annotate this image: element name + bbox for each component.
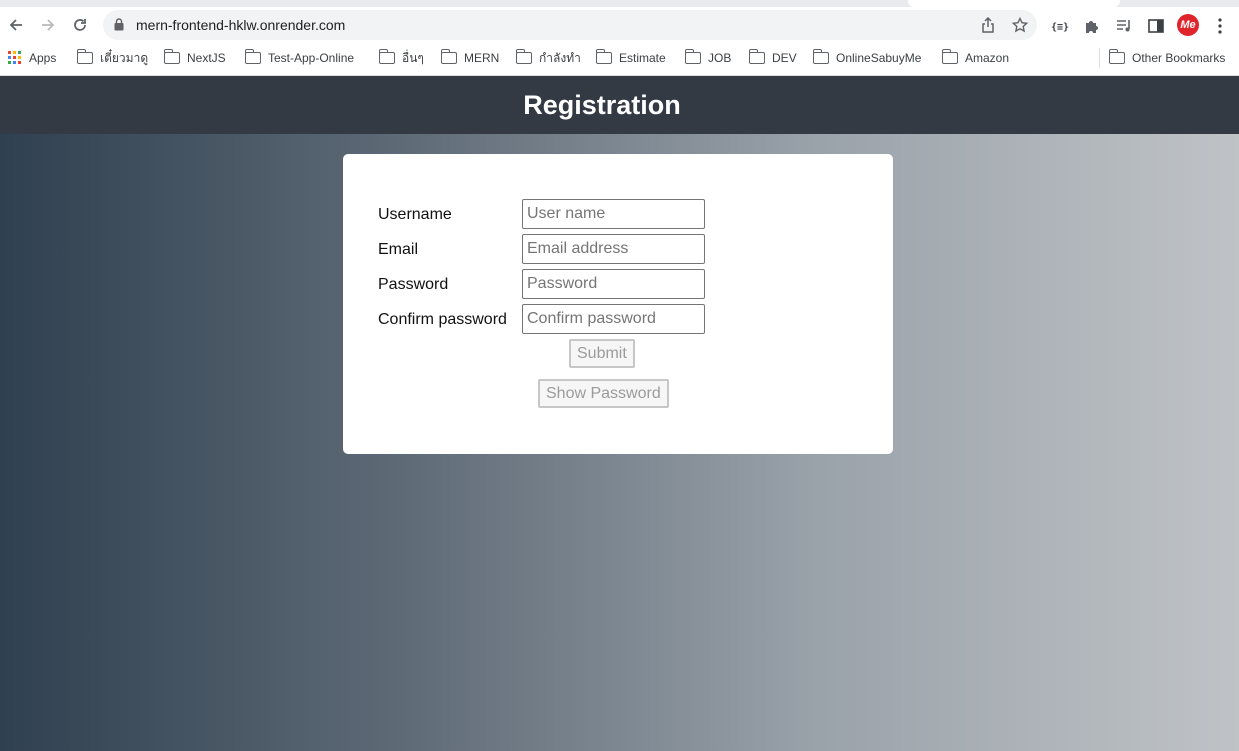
bookmark-label: Test-App-Online bbox=[268, 51, 355, 65]
folder-icon bbox=[684, 49, 701, 64]
bookmark-folder[interactable]: JOB bbox=[684, 49, 732, 67]
confirm-password-label: Confirm password bbox=[378, 310, 507, 328]
bookmark-label: DEV bbox=[772, 51, 797, 65]
url-text: mern-frontend-hklw.onrender.com bbox=[136, 17, 346, 33]
submit-button[interactable]: Submit bbox=[569, 339, 635, 368]
bookmark-label: เตี๋ยวมาดู bbox=[100, 50, 149, 65]
apps-grid-icon bbox=[8, 51, 21, 64]
bookmark-label: Other Bookmarks bbox=[1132, 51, 1226, 65]
profile-avatar[interactable]: Me bbox=[1177, 14, 1199, 36]
password-input[interactable] bbox=[522, 269, 705, 299]
bookmark-folder[interactable]: MERN bbox=[440, 49, 500, 67]
bookmark-folder[interactable]: Estimate bbox=[595, 49, 666, 67]
bookmark-folder[interactable]: NextJS bbox=[163, 49, 226, 67]
bookmark-label: Apps bbox=[29, 51, 57, 65]
bookmark-label: NextJS bbox=[187, 51, 226, 65]
show-password-button[interactable]: Show Password bbox=[538, 379, 669, 408]
folder-icon bbox=[941, 49, 958, 64]
bookmark-folder[interactable]: Amazon bbox=[941, 49, 1010, 67]
password-label: Password bbox=[378, 275, 449, 293]
browser-toolbar: mern-frontend-hklw.onrender.com {≡} Me bbox=[0, 7, 1239, 44]
folder-icon bbox=[595, 49, 612, 64]
username-label: Username bbox=[378, 205, 452, 223]
page-header: Registration bbox=[0, 76, 1239, 134]
page-title: Registration bbox=[523, 89, 681, 120]
bookmark-folder[interactable]: เตี๋ยวมาดู bbox=[76, 49, 149, 67]
extensions-puzzle-icon[interactable] bbox=[1080, 14, 1104, 38]
registration-form: Username Email Password Confirm password… bbox=[343, 154, 893, 454]
folder-icon bbox=[812, 49, 829, 64]
folder-icon bbox=[378, 49, 395, 64]
folder-icon bbox=[515, 49, 532, 64]
page-background: Registration Username Email Password Con… bbox=[0, 76, 1239, 751]
other-bookmarks[interactable]: Other Bookmarks bbox=[1108, 49, 1226, 67]
tab-strip bbox=[0, 0, 1239, 7]
confirm-password-input[interactable] bbox=[522, 304, 705, 334]
email-label: Email bbox=[378, 240, 419, 258]
bookmark-star-icon[interactable] bbox=[1011, 16, 1029, 34]
email-input[interactable] bbox=[522, 234, 705, 264]
arrow-left-icon bbox=[9, 19, 22, 31]
media-queue-icon[interactable] bbox=[1112, 14, 1136, 38]
folder-icon bbox=[244, 49, 261, 64]
svg-text:{≡}: {≡} bbox=[1051, 22, 1069, 32]
arrow-right-icon bbox=[42, 19, 55, 31]
active-tab[interactable] bbox=[908, 0, 1120, 7]
bookmark-folder[interactable]: DEV bbox=[748, 49, 797, 67]
back-button[interactable] bbox=[4, 13, 28, 37]
bookmarks-divider bbox=[1099, 48, 1100, 68]
bookmark-label: Estimate bbox=[619, 51, 666, 65]
side-panel-icon[interactable] bbox=[1144, 14, 1168, 38]
username-input[interactable] bbox=[522, 199, 705, 229]
lock-icon bbox=[114, 18, 124, 31]
bookmark-label: JOB bbox=[708, 51, 732, 65]
bookmark-apps[interactable]: Apps bbox=[8, 49, 56, 67]
bookmark-folder[interactable]: อื่นๆ bbox=[378, 49, 424, 67]
folder-icon bbox=[1108, 49, 1125, 64]
folder-icon bbox=[76, 49, 93, 64]
menu-kebab-icon[interactable] bbox=[1208, 14, 1232, 38]
folder-icon bbox=[163, 49, 180, 64]
share-icon[interactable] bbox=[979, 16, 997, 34]
folder-icon bbox=[748, 49, 765, 64]
bookmark-folder[interactable]: กำลังทำ bbox=[515, 49, 581, 67]
json-extension-icon[interactable]: {≡} bbox=[1048, 14, 1072, 38]
bookmark-folder[interactable]: Test-App-Online bbox=[244, 49, 355, 67]
bookmark-label: กำลังทำ bbox=[539, 50, 581, 65]
bookmark-label: Amazon bbox=[965, 51, 1010, 65]
bookmark-label: OnlineSabuyMe bbox=[836, 51, 922, 65]
bookmark-label: อื่นๆ bbox=[402, 50, 424, 65]
bookmark-label: MERN bbox=[464, 51, 500, 65]
address-bar[interactable]: mern-frontend-hklw.onrender.com bbox=[103, 10, 1037, 40]
reload-button[interactable] bbox=[68, 13, 92, 37]
forward-button[interactable] bbox=[36, 13, 60, 37]
bookmarks-bar: Apps เตี๋ยวมาดู NextJS Test-App-Online อ… bbox=[0, 44, 1239, 71]
folder-icon bbox=[440, 49, 457, 64]
reload-icon bbox=[74, 19, 86, 31]
bookmark-folder[interactable]: OnlineSabuyMe bbox=[812, 49, 922, 67]
